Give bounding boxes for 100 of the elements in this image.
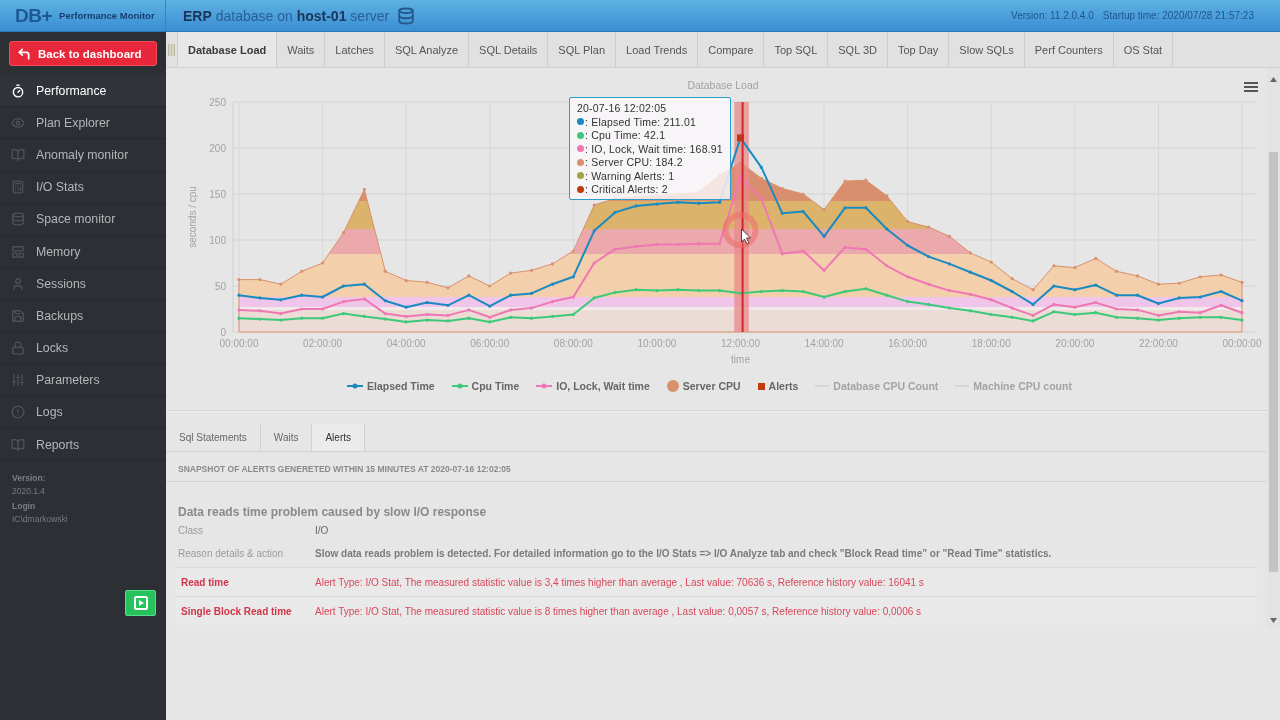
axis-title: seconds / cpu (187, 186, 198, 248)
stopwatch-icon (11, 83, 25, 98)
tab[interactable]: Alerts (312, 424, 365, 451)
sidebar-item-label: I/O Stats (36, 180, 84, 195)
back-arrow-icon (17, 46, 31, 61)
play-icon (133, 596, 148, 610)
tick-label: 08:00:00 (553, 338, 593, 349)
tooltip-row: : IO, Lock, Wait time: 168.91 (585, 142, 723, 155)
tab[interactable]: OS Stat (1113, 32, 1174, 67)
alert-marker (737, 134, 744, 142)
grip-icon[interactable] (168, 43, 175, 56)
sidebar-item-label: Plan Explorer (36, 115, 110, 130)
page-title: ERP database on host-01 server (183, 7, 390, 24)
tab[interactable]: SQL Details (469, 32, 549, 67)
header-info: Version: 11.2.0.4.0 (1011, 10, 1094, 21)
tab[interactable]: Load Trends (616, 32, 699, 67)
tick-label: 0 (220, 326, 226, 338)
axis-title: time (731, 354, 750, 365)
tab[interactable]: Sql Statements (166, 424, 261, 451)
legend-item[interactable]: Alerts (757, 380, 799, 392)
sidebar-item[interactable]: Performance (0, 75, 166, 108)
alert-name: Single Block Read time (181, 605, 293, 617)
alert-description: Alert Type: I/O Stat, The measured statistic value is 3,4 times higher than average , Last value: 70636 s, Reference history value: 16041 s (315, 576, 925, 588)
sidebar-item-label: Backups (36, 308, 84, 323)
sidebar-item-label: Parameters (36, 373, 100, 388)
sidebar-item-label: Logs (36, 405, 63, 420)
section-heading: SNAPSHOT OF ALERTS GENERETED WITHIN 15 MINUTES AT 2020-07-16 12:02:05 (166, 452, 1267, 482)
pointer-cursor-icon (741, 228, 751, 245)
user-icon (11, 276, 25, 291)
database-icon (397, 6, 416, 25)
tick-label: 04:00:00 (386, 338, 426, 349)
legend-label: Cpu Time (471, 380, 520, 392)
tick-label: 12:00:00 (721, 338, 760, 349)
tab[interactable]: Slow SQLs (949, 32, 1025, 67)
play-button[interactable] (125, 590, 156, 616)
tick-label: 250 (209, 96, 226, 108)
eye-icon (11, 115, 25, 130)
tab[interactable]: SQL 3D (828, 32, 888, 67)
back-button[interactable]: Back to dashboard (9, 41, 157, 66)
legend-item[interactable]: Cpu Time (451, 380, 520, 392)
tooltip-row: : Warning Alerts: 1 (585, 169, 675, 182)
sidebar-item-label: Sessions (36, 276, 86, 291)
legend-item[interactable]: Elapsed Time (347, 380, 435, 392)
field-value: I/O (315, 525, 330, 536)
alert-circle-icon (11, 405, 25, 420)
legend-label: IO, Lock, Wait time (556, 380, 650, 392)
database-icon (11, 212, 25, 227)
chart-title: Database Load (687, 79, 759, 91)
tooltip-row: : Critical Alerts: 2 (585, 183, 668, 195)
tick-label: 22:00:00 (1138, 338, 1178, 349)
hover-ring-icon (722, 212, 759, 248)
tooltip-row: : Cpu Time: 42.1 (585, 129, 666, 141)
legend-label: Alerts (768, 380, 799, 392)
panel-icon (11, 244, 25, 259)
tooltip-row: : Server CPU: 184.2 (585, 156, 683, 168)
sidebar-item-label: Space monitor (36, 212, 116, 227)
header-info: Startup time: 2020/07/28 21:57:23 (1102, 10, 1254, 21)
tick-label: 10:00:00 (637, 338, 677, 349)
tab[interactable]: SQL Analyze (384, 32, 470, 67)
footer-value: 2020.1.4 (12, 486, 47, 497)
legend-line-icon (347, 382, 364, 390)
sidebar-item-label: Reports (36, 437, 80, 452)
legend-line-icon (451, 382, 468, 390)
tick-label: 00:00:00 (219, 338, 259, 349)
legend-square-icon (757, 382, 765, 390)
tick-label: 100 (209, 234, 226, 246)
tick-label: 200 (209, 142, 226, 154)
scroll-down-icon (1270, 618, 1277, 623)
lock-icon (11, 341, 25, 356)
legend-line-icon (536, 382, 553, 390)
app-name: Performance Monitor (59, 10, 155, 21)
alert-name: Read time (181, 576, 230, 588)
book-icon (11, 437, 25, 452)
legend-item[interactable]: Server CPU (666, 380, 741, 392)
sidebar-item-label: Anomaly monitor (36, 147, 129, 162)
tab[interactable]: Top SQL (764, 32, 829, 67)
tick-label: 20:00:00 (1055, 338, 1095, 349)
footer-value: IC\dmarkowski (12, 514, 69, 525)
legend-label: Server CPU (682, 380, 741, 392)
sliders-icon (11, 373, 25, 388)
field-value: Slow data reads problem is detected. For detailed information go to the I/O Stats => I/O Analyze tab and check "Block Read time" or "Read Time" statistics. (315, 548, 1053, 559)
tab[interactable]: SQL Plan (548, 32, 617, 67)
tab[interactable]: Database Load (178, 32, 278, 67)
alert-description: Alert Type: I/O Stat, The measured statistic value is 8 times higher than average , Last value: 0,0057 s, Reference history value: 0,0006 s (315, 605, 923, 617)
tab[interactable]: Perf Counters (1024, 32, 1114, 67)
alert-title: Data reads time problem caused by slow I/O response (178, 505, 488, 519)
legend-item[interactable]: IO, Lock, Wait time (536, 380, 650, 392)
scrollbar-thumb[interactable] (1269, 152, 1278, 572)
sidebar-item-label: Locks (36, 341, 69, 356)
tab[interactable]: Waits (277, 32, 326, 67)
tab[interactable]: Latches (325, 32, 385, 67)
app-logo: DB+ (15, 4, 53, 27)
book-icon (11, 147, 25, 162)
tab[interactable]: Compare (698, 32, 765, 67)
menu-icon[interactable] (1244, 82, 1258, 92)
tick-label: 06:00:00 (470, 338, 510, 349)
legend-label: Elapsed Time (367, 380, 435, 392)
tick-label: 18:00:00 (971, 338, 1011, 349)
tab[interactable]: Top Day (888, 32, 950, 67)
tick-label: 50 (214, 280, 226, 292)
